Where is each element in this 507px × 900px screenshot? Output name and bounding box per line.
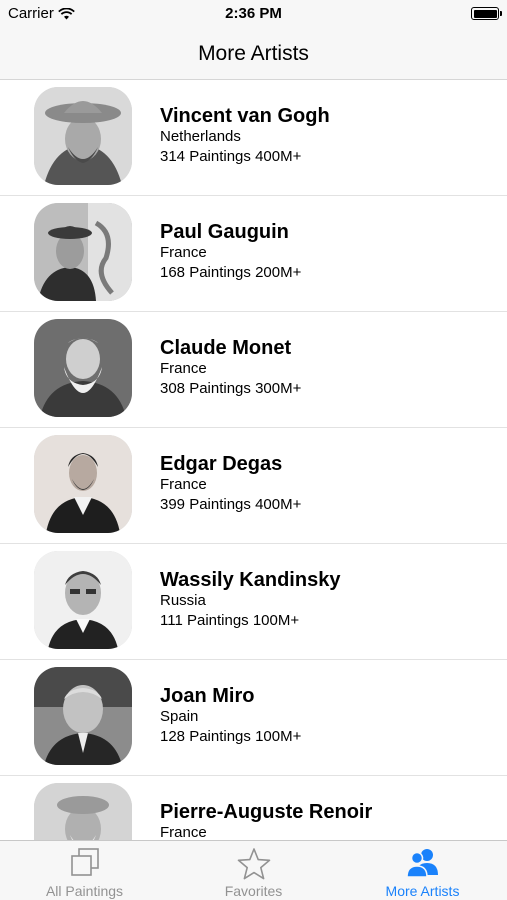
star-icon bbox=[237, 848, 270, 880]
artist-stats: 399 Paintings 400M+ bbox=[160, 496, 302, 513]
tab-bar: All Paintings Favorites More Artists bbox=[0, 840, 507, 900]
tab-all-paintings[interactable]: All Paintings bbox=[0, 841, 169, 900]
artist-country: France bbox=[160, 476, 207, 493]
status-bar: Carrier 2:36 PM bbox=[0, 0, 507, 28]
artist-country: France bbox=[160, 824, 207, 840]
artist-row[interactable]: Edgar Degas France 399 Paintings 400M+ bbox=[0, 428, 507, 544]
battery-icon bbox=[471, 7, 502, 20]
artist-avatar bbox=[34, 87, 132, 185]
artist-avatar bbox=[34, 783, 132, 840]
artist-stats: 128 Paintings 100M+ bbox=[160, 728, 302, 745]
artist-name: Joan Miro bbox=[160, 685, 255, 707]
artist-country: France bbox=[160, 360, 207, 377]
artist-avatar bbox=[34, 667, 132, 765]
artist-stats: 111 Paintings 100M+ bbox=[160, 612, 300, 629]
people-icon bbox=[405, 849, 438, 878]
navigation-bar: More Artists bbox=[0, 28, 507, 80]
artist-country: Russia bbox=[160, 592, 206, 609]
squares-icon bbox=[70, 848, 99, 876]
artist-name: Paul Gauguin bbox=[160, 221, 289, 243]
artist-country: Spain bbox=[160, 708, 199, 725]
artist-row[interactable]: Paul Gauguin France 168 Paintings 200M+ bbox=[0, 196, 507, 312]
artist-stats: 308 Paintings 300M+ bbox=[160, 380, 302, 397]
artist-list[interactable]: Vincent van Gogh Netherlands 314 Paintin… bbox=[0, 80, 507, 840]
tab-label: Favorites bbox=[224, 883, 283, 899]
tab-more-artists[interactable]: More Artists bbox=[338, 841, 507, 900]
artist-country: France bbox=[160, 244, 207, 261]
artist-name: Wassily Kandinsky bbox=[160, 569, 341, 591]
tab-label: All Paintings bbox=[45, 883, 124, 899]
artist-avatar bbox=[34, 435, 132, 533]
artist-row[interactable]: Claude Monet France 308 Paintings 300M+ bbox=[0, 312, 507, 428]
artist-avatar bbox=[34, 551, 132, 649]
artist-row[interactable]: Wassily Kandinsky Russia 111 Paintings 1… bbox=[0, 544, 507, 660]
artist-name: Vincent van Gogh bbox=[160, 105, 330, 127]
artist-row[interactable]: Vincent van Gogh Netherlands 314 Paintin… bbox=[0, 80, 507, 196]
artist-country: Netherlands bbox=[160, 128, 241, 145]
artist-avatar bbox=[34, 319, 132, 417]
artist-stats: 314 Paintings 400M+ bbox=[160, 148, 302, 165]
artist-avatar bbox=[34, 203, 132, 301]
artist-name: Edgar Degas bbox=[160, 453, 283, 475]
tab-favorites[interactable]: Favorites bbox=[169, 841, 338, 900]
tab-label: More Artists bbox=[385, 883, 460, 899]
artist-stats: 168 Paintings 200M+ bbox=[160, 264, 302, 281]
artist-name: Claude Monet bbox=[160, 337, 292, 359]
page-title: More Artists bbox=[198, 41, 309, 65]
artist-row[interactable]: Pierre-Auguste Renoir France bbox=[0, 776, 507, 840]
status-time: 2:36 PM bbox=[225, 5, 282, 22]
artist-row[interactable]: Joan Miro Spain 128 Paintings 100M+ bbox=[0, 660, 507, 776]
artist-name: Pierre-Auguste Renoir bbox=[160, 801, 373, 823]
